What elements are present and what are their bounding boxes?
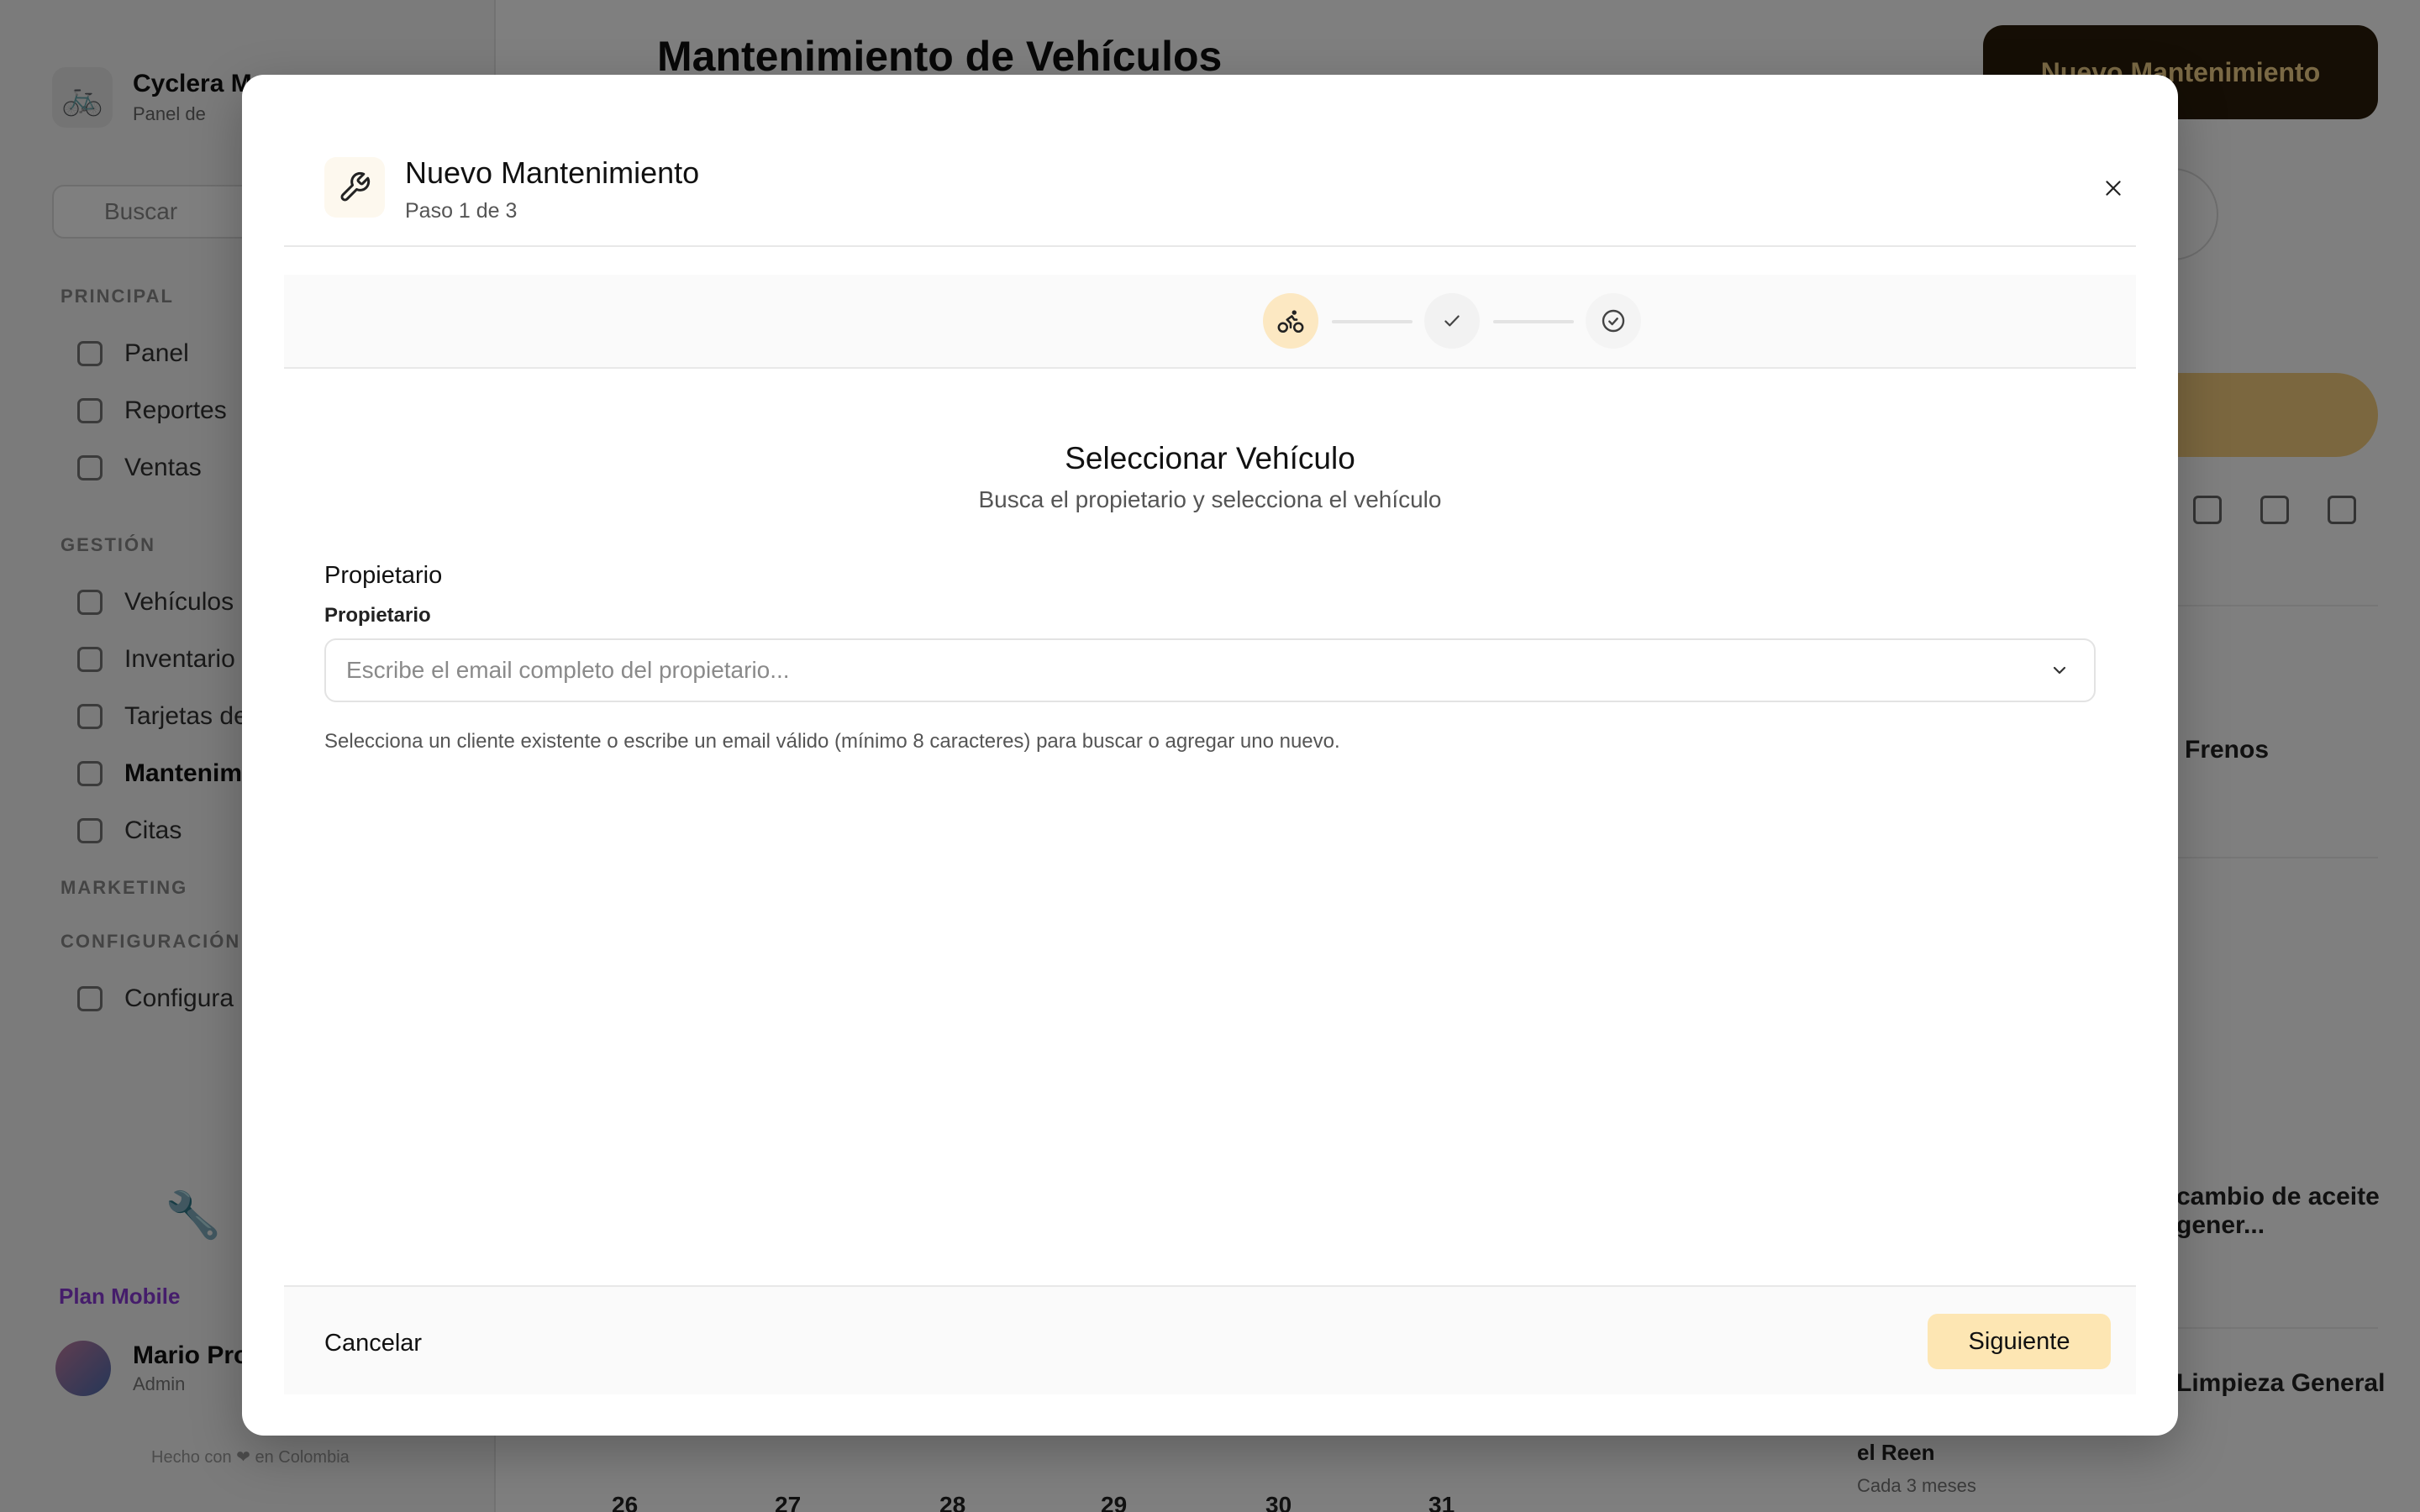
check-icon xyxy=(1444,315,1460,327)
close-button[interactable] xyxy=(2092,167,2134,209)
next-button[interactable]: Siguiente xyxy=(1928,1314,2111,1369)
dialog-footer: Cancelar Siguiente xyxy=(284,1285,2136,1394)
section-title: Seleccionar Vehículo xyxy=(1065,441,1355,475)
owner-field-help-text: Selecciona un cliente existente o escrib… xyxy=(324,730,1340,753)
close-icon xyxy=(2106,181,2121,196)
owner-field-label: Propietario xyxy=(324,604,431,627)
step-connector xyxy=(1332,320,1413,323)
step-connector xyxy=(1493,320,1574,323)
owner-email-input[interactable] xyxy=(324,638,2096,702)
step-indicator: Paso 1 de 3 xyxy=(405,199,518,223)
step-2-details xyxy=(1424,293,1480,349)
dialog-title: Nuevo Mantenimiento xyxy=(405,155,700,190)
owner-group-label: Propietario xyxy=(324,562,443,589)
stepper xyxy=(284,275,2136,369)
step-1-vehicle xyxy=(1263,293,1318,349)
check-circle-icon xyxy=(1602,309,1625,333)
bicycle-icon xyxy=(1277,310,1304,333)
dialog-header: Nuevo Mantenimiento Paso 1 de 3 xyxy=(284,75,2136,247)
new-maintenance-dialog: Nuevo Mantenimiento Paso 1 de 3 Seleccio… xyxy=(242,75,2178,1436)
cancel-button[interactable]: Cancelar xyxy=(304,1315,442,1371)
wrench-icon xyxy=(324,157,385,218)
step-3-confirm xyxy=(1586,293,1641,349)
section-subtitle: Busca el propietario y selecciona el veh… xyxy=(978,486,1442,512)
